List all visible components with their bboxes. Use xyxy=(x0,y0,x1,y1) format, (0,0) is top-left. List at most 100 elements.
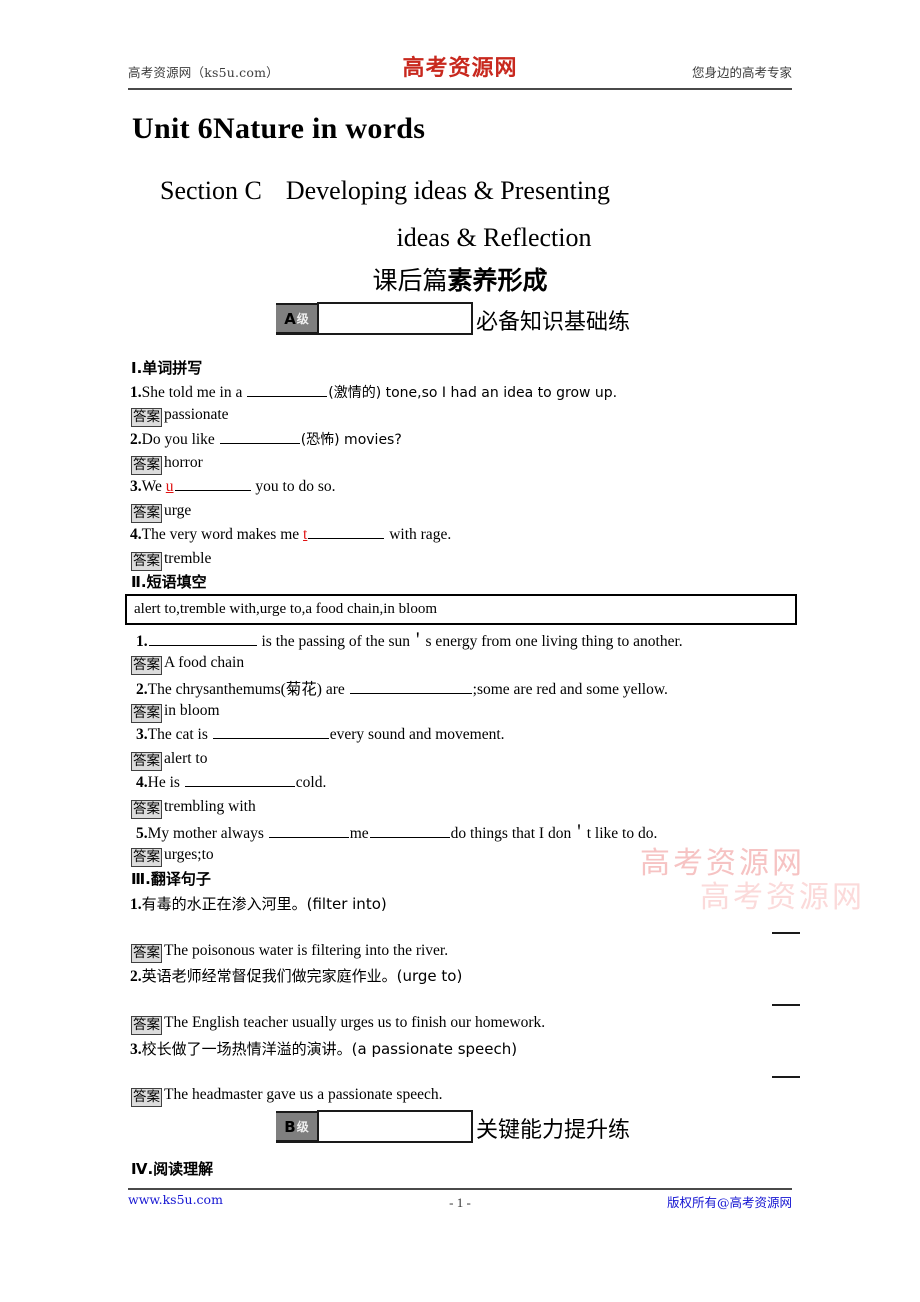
section-title: Section C Developing ideas & Presenting i… xyxy=(160,167,792,261)
answer-text: horror xyxy=(164,454,203,471)
question-3-1: 1.有毒的水正在渗入河里。(filter into) xyxy=(130,893,387,914)
question-text-tail: do things that I don＇t like to do. xyxy=(450,825,658,842)
level-a-label: 必备知识基础练 xyxy=(476,310,631,335)
question-letter-hint: u xyxy=(165,478,174,495)
answer-2-1: 答案 A food chain xyxy=(131,652,244,675)
answer-badge: 答案 xyxy=(131,704,162,723)
question-number: 1. xyxy=(136,633,148,650)
question-number: 3. xyxy=(136,726,148,743)
section-title-line1: Developing ideas & Presenting xyxy=(285,176,611,205)
level-b-badge: B级 xyxy=(276,1111,317,1143)
question-text: He is xyxy=(147,774,184,791)
answer-3-1: 答案 The poisonous water is filtering into … xyxy=(131,940,448,963)
question-text: 有毒的水正在渗入河里。(filter into) xyxy=(141,895,387,913)
answer-blank xyxy=(184,773,295,787)
level-b-label: 关键能力提升练 xyxy=(476,1118,631,1143)
question-hint: (恐怖) movies? xyxy=(300,432,402,448)
question-number: 4. xyxy=(130,526,142,543)
question-2-5: 5.My mother always me do things that I do… xyxy=(136,821,657,843)
question-letter-hint: t xyxy=(303,526,308,543)
answer-blank xyxy=(174,477,251,491)
section-3-heading: Ⅲ.翻译句子 xyxy=(131,870,211,888)
header-logo: 高考资源网 xyxy=(402,56,518,81)
answer-text: passionate xyxy=(164,406,229,423)
level-b-banner: B级 关键能力提升练 xyxy=(276,1110,796,1145)
level-a-letter: A xyxy=(284,309,296,328)
watermark-text: 高考资源网 xyxy=(640,846,805,881)
answer-blank xyxy=(369,824,450,838)
answer-badge: 答案 xyxy=(131,1016,162,1035)
question-number: 3. xyxy=(130,478,142,495)
section-2-heading: Ⅱ.短语填空 xyxy=(131,573,207,591)
question-text-tail: every sound and movement. xyxy=(329,726,505,743)
question-text-tail: cold. xyxy=(295,774,327,791)
level-a-sub: 级 xyxy=(296,312,309,326)
answer-3-2: 答案 The English teacher usually urges us t… xyxy=(131,1012,545,1035)
answer-badge: 答案 xyxy=(131,456,162,475)
header-site-name: 高考资源网（ks5u.com） xyxy=(128,65,279,80)
header-slogan: 您身边的高考专家 xyxy=(691,65,792,80)
question-hint: (激情的) tone,so I had an idea to grow up. xyxy=(328,385,618,401)
answer-blank xyxy=(219,430,300,444)
answer-text: tremble xyxy=(164,550,212,567)
question-text: Do you like xyxy=(141,431,219,448)
answer-badge: 答案 xyxy=(131,504,162,523)
question-text-tail: you to do so. xyxy=(251,478,336,495)
answer-text: The poisonous water is filtering into th… xyxy=(164,942,449,959)
section-title-line2: ideas & Reflection xyxy=(396,223,592,252)
answer-text: The English teacher usually urges us to … xyxy=(164,1014,546,1031)
answer-badge: 答案 xyxy=(131,800,162,819)
answer-badge: 答案 xyxy=(131,656,162,675)
question-number: 5. xyxy=(136,825,148,842)
answer-blank xyxy=(212,725,329,739)
answer-1-1: 答案 passionate xyxy=(131,404,229,427)
unit-title: Unit 6Nature in words xyxy=(132,112,426,145)
question-text: 校长做了一场热情洋溢的演讲。(a passionate speech) xyxy=(141,1040,518,1058)
level-b-letter: B xyxy=(284,1117,296,1136)
answer-2-3: 答案 alert to xyxy=(131,748,207,771)
answer-2-4: 答案 trembling with xyxy=(131,796,256,819)
question-text-tail: ;some are red and some yellow. xyxy=(472,681,668,698)
answer-badge: 答案 xyxy=(131,944,162,963)
question-text: 英语老师经常督促我们做完家庭作业。(urge to) xyxy=(141,967,463,985)
answer-blank xyxy=(268,824,349,838)
answer-blank xyxy=(247,383,328,397)
question-3-2: 2.英语老师经常督促我们做完家庭作业。(urge to) xyxy=(130,965,462,986)
section-4-heading: Ⅳ.阅读理解 xyxy=(131,1160,214,1178)
chapter-heading-part2: 素养形成 xyxy=(447,266,548,295)
question-number: 3. xyxy=(130,1041,142,1058)
question-1-1: 1.She told me in a (激情的) tone,so I had a… xyxy=(130,382,617,402)
question-number: 2. xyxy=(130,968,142,985)
document-page: 高考资源网（ks5u.com） 高考资源网 您身边的高考专家 Unit 6Nat… xyxy=(0,0,920,1302)
question-number: 2. xyxy=(136,681,148,698)
question-1-3: 3.We u you to do so. xyxy=(130,477,336,496)
question-3-3: 3.校长做了一场热情洋溢的演讲。(a passionate speech) xyxy=(130,1038,517,1059)
header-divider xyxy=(128,88,792,90)
answer-badge: 答案 xyxy=(131,552,162,571)
watermark-text: 高考资源网 xyxy=(700,880,865,915)
question-text-tail: with rage. xyxy=(385,526,452,543)
write-in-line xyxy=(772,1076,800,1078)
page-number: - 1 - xyxy=(449,1195,471,1210)
question-2-2: 2.The chrysanthemums(菊花) are ;some are r… xyxy=(136,677,668,699)
chapter-heading: 课后篇素养形成 xyxy=(0,261,920,297)
section-1-heading: Ⅰ.单词拼写 xyxy=(131,359,203,377)
level-b-sub: 级 xyxy=(296,1120,309,1134)
answer-2-2: 答案 in bloom xyxy=(131,700,220,723)
level-a-box xyxy=(317,302,473,335)
footer-url[interactable]: www.ks5u.com xyxy=(128,1192,223,1207)
question-2-4: 4.He is cold. xyxy=(136,773,326,792)
footer-divider xyxy=(128,1188,792,1190)
answer-text: alert to xyxy=(164,750,208,767)
answer-badge: 答案 xyxy=(131,408,162,427)
answer-text: trembling with xyxy=(164,798,256,815)
answer-text: in bloom xyxy=(164,702,220,719)
answer-1-3: 答案 urge xyxy=(131,500,191,523)
level-a-banner: A级 必备知识基础练 xyxy=(276,302,796,337)
answer-3-3: 答案 The headmaster gave us a passionate sp… xyxy=(131,1084,442,1107)
question-2-1: 1. is the passing of the sun＇s energy fr… xyxy=(136,629,683,651)
question-text-mid: me xyxy=(349,825,369,842)
page-header: 高考资源网（ks5u.com） 高考资源网 您身边的高考专家 xyxy=(128,52,792,92)
write-in-line xyxy=(772,932,800,934)
question-number: 4. xyxy=(136,774,148,791)
